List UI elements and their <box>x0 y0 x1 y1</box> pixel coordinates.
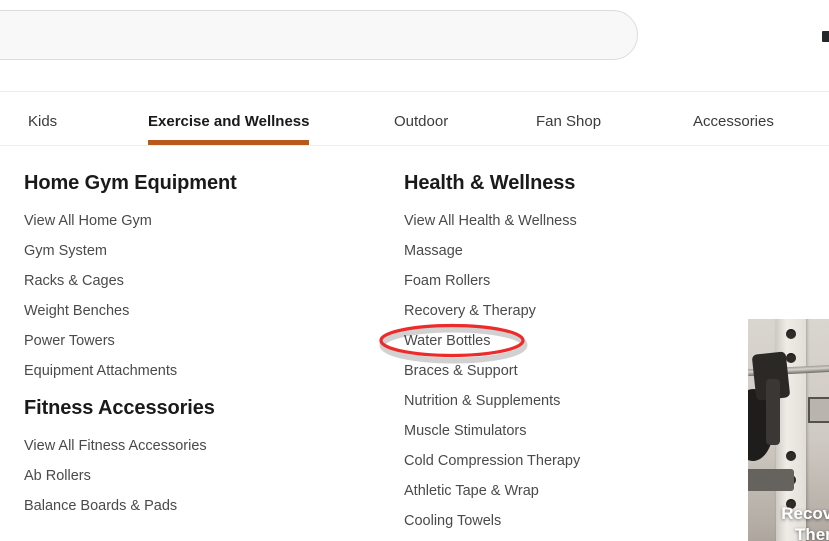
group-title-health-and-wellness: Health & Wellness <box>404 172 576 194</box>
search-input[interactable] <box>1 11 601 59</box>
catnav-label: Kids <box>28 113 58 130</box>
catnav-label: Outdoor <box>394 113 449 130</box>
link-ab-rollers[interactable]: Ab Rollers <box>24 461 207 491</box>
rack-hole-decor <box>786 451 796 461</box>
bench-arm-decor <box>748 469 794 491</box>
link-recovery-and-therapy[interactable]: Recovery & Therapy <box>404 296 580 326</box>
catnav-item-kids[interactable]: Kids <box>28 92 57 146</box>
link-cold-compression-therapy[interactable]: Cold Compression Therapy <box>404 446 580 476</box>
link-gym-system[interactable]: Gym System <box>24 236 177 266</box>
header-icon-clipped[interactable] <box>822 31 829 42</box>
link-racks-and-cages[interactable]: Racks & Cages <box>24 266 177 296</box>
link-equipment-attachments[interactable]: Equipment Attachments <box>24 356 177 386</box>
link-muscle-stimulators[interactable]: Muscle Stimulators <box>404 416 580 446</box>
link-cooling-towels[interactable]: Cooling Towels <box>404 506 580 536</box>
link-list-fitness-accessories: View All Fitness Accessories Ab Rollers … <box>24 431 207 521</box>
link-view-all-home-gym[interactable]: View All Home Gym <box>24 206 177 236</box>
link-massage[interactable]: Massage <box>404 236 580 266</box>
mega-menu-panel: Home Gym Equipment View All Home Gym Gym… <box>0 146 829 541</box>
catnav-label: Fan Shop <box>536 113 602 130</box>
promo-title-line2: Therapy <box>794 525 829 541</box>
rack-clamp-arm-decor <box>766 379 780 445</box>
rack-hole-decor <box>786 329 796 339</box>
group-title-home-gym-equipment: Home Gym Equipment <box>24 172 237 194</box>
rack-hole-decor <box>786 353 796 363</box>
catnav-item-accessories[interactable]: Accessories <box>693 92 774 146</box>
promo-title-line1: Recovery & <box>781 504 829 523</box>
link-foam-rollers[interactable]: Foam Rollers <box>404 266 580 296</box>
search-bar-row <box>0 0 829 92</box>
rack-bracket-decor <box>808 397 829 423</box>
link-water-bottles[interactable]: Water Bottles <box>404 326 580 356</box>
link-balance-boards-and-pads[interactable]: Balance Boards & Pads <box>24 491 207 521</box>
link-athletic-tape-and-wrap[interactable]: Athletic Tape & Wrap <box>404 476 580 506</box>
promo-card-recovery-therapy[interactable]: Recovery & Therapy Shop Now <box>748 319 829 541</box>
link-list-health-and-wellness: View All Health & Wellness Massage Foam … <box>404 206 580 536</box>
link-nutrition-and-supplements[interactable]: Nutrition & Supplements <box>404 386 580 416</box>
catnav-item-fan-shop[interactable]: Fan Shop <box>536 92 601 146</box>
link-view-all-fitness-accessories[interactable]: View All Fitness Accessories <box>24 431 207 461</box>
link-view-all-health-and-wellness[interactable]: View All Health & Wellness <box>404 206 580 236</box>
catnav-label: Exercise and Wellness <box>148 113 310 130</box>
catnav-label: Accessories <box>693 113 774 130</box>
link-power-towers[interactable]: Power Towers <box>24 326 177 356</box>
link-list-home-gym-equipment: View All Home Gym Gym System Racks & Cag… <box>24 206 177 386</box>
group-title-fitness-accessories: Fitness Accessories <box>24 397 215 419</box>
catnav-item-outdoor[interactable]: Outdoor <box>394 92 448 146</box>
promo-overlay: Recovery & Therapy Shop Now <box>748 503 829 541</box>
megamenu-screenshot: Kids Exercise and Wellness Outdoor Fan S… <box>0 0 829 541</box>
search-box[interactable] <box>0 10 638 60</box>
catnav-item-exercise-and-wellness[interactable]: Exercise and Wellness <box>148 92 310 146</box>
category-nav: Kids Exercise and Wellness Outdoor Fan S… <box>0 92 829 146</box>
link-weight-benches[interactable]: Weight Benches <box>24 296 177 326</box>
link-braces-and-support[interactable]: Braces & Support <box>404 356 580 386</box>
